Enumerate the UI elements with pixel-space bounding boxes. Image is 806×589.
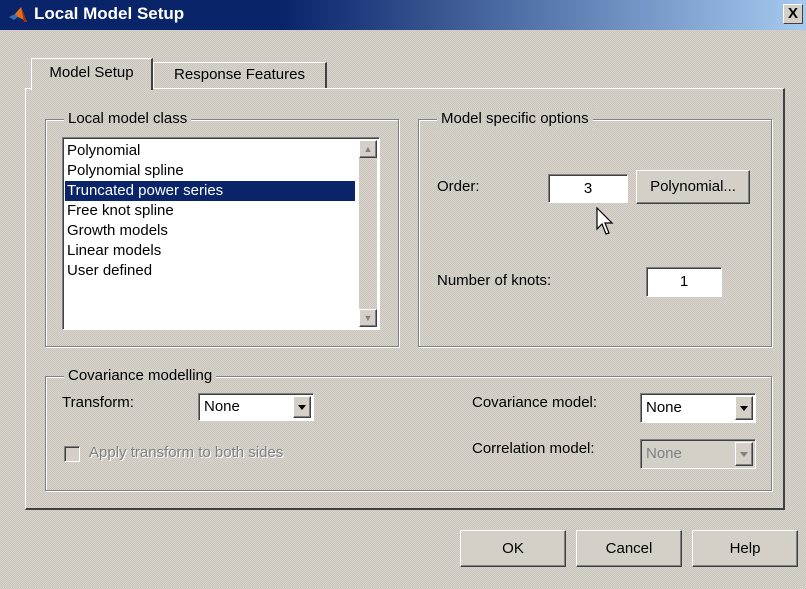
scroll-up-button[interactable]: ▲ xyxy=(359,140,377,158)
list-item[interactable]: Linear models xyxy=(67,241,357,261)
list-item[interactable]: Growth models xyxy=(67,221,357,241)
help-button-label: Help xyxy=(729,540,761,557)
list-item[interactable]: Free knot spline xyxy=(67,201,357,221)
correlation-model-select[interactable]: None xyxy=(640,439,756,469)
tab-model-setup[interactable]: Model Setup xyxy=(31,58,153,90)
list-item-selected[interactable]: Truncated power series xyxy=(65,181,355,201)
transform-value: None xyxy=(204,398,240,415)
chevron-down-icon xyxy=(740,406,748,411)
apply-transform-checkbox[interactable] xyxy=(64,446,80,462)
list-item[interactable]: Polynomial spline xyxy=(67,161,357,181)
scroll-up-icon: ▲ xyxy=(363,144,373,154)
transform-dropdown-button[interactable] xyxy=(293,396,311,418)
list-scrollbar[interactable]: ▲ ▼ xyxy=(359,140,377,327)
tab-response-features-label: Response Features xyxy=(174,66,305,83)
covariance-model-label: Covariance model: xyxy=(472,394,598,411)
matlab-logo-icon xyxy=(9,7,27,22)
tab-response-features[interactable]: Response Features xyxy=(153,62,327,89)
list-item[interactable]: User defined xyxy=(67,261,357,281)
tab-model-setup-label: Model Setup xyxy=(49,64,134,81)
knots-label: Number of knots: xyxy=(437,272,552,289)
chevron-down-icon xyxy=(740,452,748,457)
ok-button-label: OK xyxy=(502,540,524,557)
ok-button[interactable]: OK xyxy=(460,530,566,567)
transform-label: Transform: xyxy=(62,394,134,411)
correlation-model-value: None xyxy=(646,445,682,462)
close-button[interactable]: X xyxy=(783,4,803,24)
order-label: Order: xyxy=(437,178,480,195)
knots-field[interactable]: 1 xyxy=(646,267,722,297)
correlation-model-label: Correlation model: xyxy=(472,440,595,457)
polynomial-button[interactable]: Polynomial... xyxy=(636,170,750,204)
model-specific-options-label: Model specific options xyxy=(437,109,593,129)
window-title: Local Model Setup xyxy=(34,4,185,23)
help-button[interactable]: Help xyxy=(692,530,798,567)
local-model-class-label: Local model class xyxy=(64,109,192,129)
cancel-button[interactable]: Cancel xyxy=(576,530,682,567)
covariance-model-value: None xyxy=(646,399,682,416)
apply-transform-label: Apply transform to both sides xyxy=(89,444,284,461)
covariance-modelling-label: Covariance modelling xyxy=(64,366,217,386)
mouse-pointer-icon xyxy=(596,207,614,235)
order-field[interactable]: 3 xyxy=(548,174,628,203)
order-value: 3 xyxy=(583,180,593,197)
covariance-model-select[interactable]: None xyxy=(640,393,756,423)
close-icon: X xyxy=(787,5,798,22)
transform-select[interactable]: None xyxy=(198,393,314,421)
scroll-down-button[interactable]: ▼ xyxy=(359,309,377,327)
cancel-button-label: Cancel xyxy=(605,540,653,557)
scroll-down-icon: ▼ xyxy=(363,313,373,323)
local-model-setup-dialog: Local Model Setup X Model Setup Response… xyxy=(0,0,806,589)
correlation-dropdown-button[interactable] xyxy=(735,442,753,466)
covariance-dropdown-button[interactable] xyxy=(735,396,753,420)
knots-value: 1 xyxy=(679,273,689,290)
title-bar: Local Model Setup X xyxy=(0,0,806,30)
list-item[interactable]: Polynomial xyxy=(67,141,357,161)
local-model-class-list[interactable]: Polynomial Polynomial spline Truncated p… xyxy=(62,137,380,330)
chevron-down-icon xyxy=(298,405,306,410)
polynomial-button-label: Polynomial... xyxy=(650,178,736,195)
